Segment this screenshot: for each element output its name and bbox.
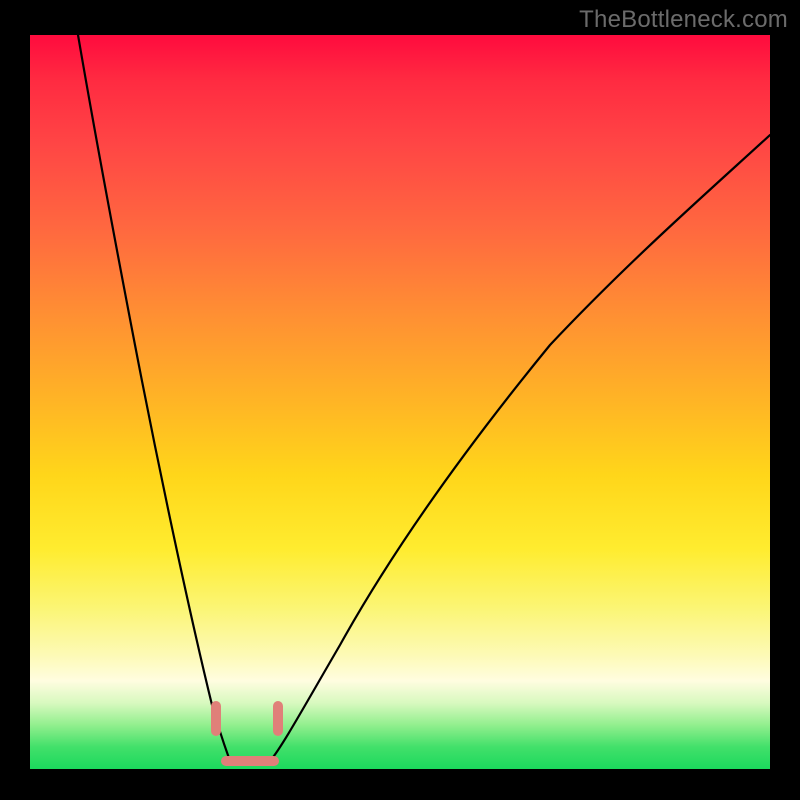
curve-right-branch — [270, 135, 770, 761]
plot-area — [30, 35, 770, 769]
curve-left-branch — [78, 35, 230, 761]
bottleneck-curve — [30, 35, 770, 769]
watermark-text: TheBottleneck.com — [579, 6, 788, 34]
chart-frame: TheBottleneck.com — [0, 0, 800, 800]
